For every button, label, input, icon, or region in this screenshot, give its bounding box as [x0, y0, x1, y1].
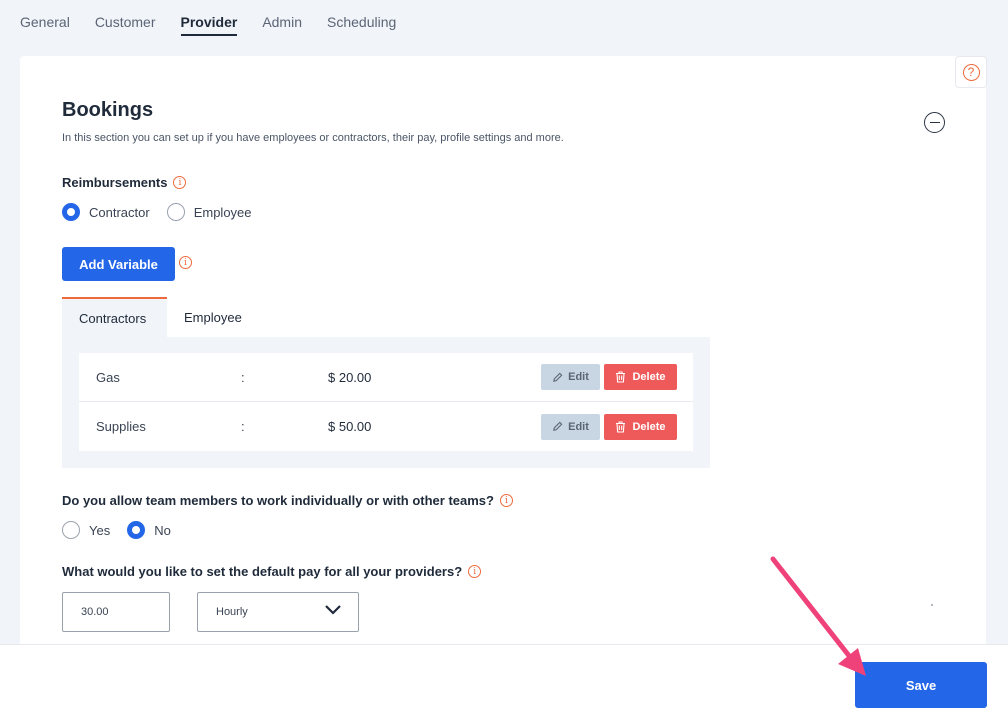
- radio-no-label: No: [154, 522, 171, 538]
- reimbursement-tabs: Contractors Employee: [62, 297, 259, 337]
- add-variable-button[interactable]: Add Variable: [62, 247, 175, 281]
- team-radio-group: Yes No: [62, 521, 188, 539]
- pay-question-label: What would you like to set the default p…: [62, 564, 482, 579]
- radio-contractor-label: Contractor: [89, 204, 150, 220]
- tab-general[interactable]: General: [20, 0, 70, 36]
- radio-checked-icon[interactable]: [127, 521, 146, 539]
- separator: :: [241, 369, 245, 385]
- section-title: Bookings: [62, 99, 154, 121]
- variable-name: Gas: [96, 369, 120, 385]
- delete-label: Delete: [632, 371, 666, 383]
- pay-period-value: Hourly: [216, 606, 248, 618]
- variables-table: Gas : $ 20.00 Edit Delete Supplies : $ 5…: [79, 353, 693, 451]
- variable-value: $ 50.00: [328, 419, 372, 434]
- help-button[interactable]: ?: [955, 56, 987, 88]
- team-question-text: Do you allow team members to work indivi…: [62, 493, 494, 508]
- tab-scheduling[interactable]: Scheduling: [327, 0, 396, 36]
- table-row: Gas : $ 20.00 Edit Delete: [79, 353, 693, 402]
- reimbursements-label: Reimbursements i: [62, 175, 187, 190]
- separator: :: [241, 419, 245, 434]
- info-icon[interactable]: i: [468, 565, 482, 578]
- radio-no[interactable]: No: [127, 521, 171, 539]
- edit-label: Edit: [568, 420, 589, 433]
- radio-yes-label: Yes: [89, 522, 111, 538]
- radio-employee-label: Employee: [193, 204, 252, 220]
- pencil-icon: [553, 372, 563, 382]
- info-icon[interactable]: i: [173, 176, 187, 189]
- section-description: In this section you can set up if you ha…: [62, 132, 564, 144]
- reimbursements-radio-group: Contractor Employee: [62, 203, 269, 221]
- delete-button[interactable]: Delete: [604, 413, 677, 440]
- info-icon[interactable]: i: [499, 494, 513, 507]
- team-question-label: Do you allow team members to work indivi…: [62, 493, 513, 508]
- radio-unchecked-icon[interactable]: [166, 203, 185, 221]
- pay-period-select[interactable]: Hourly: [197, 592, 359, 632]
- delete-button[interactable]: Delete: [604, 364, 677, 390]
- tab-admin[interactable]: Admin: [262, 0, 302, 36]
- radio-employee[interactable]: Employee: [166, 203, 252, 221]
- radio-checked-icon[interactable]: [62, 203, 80, 221]
- edit-button[interactable]: Edit: [541, 364, 600, 390]
- edit-label: Edit: [568, 371, 589, 383]
- pencil-icon: [553, 421, 563, 431]
- trash-icon: [616, 371, 626, 383]
- delete-label: Delete: [632, 420, 666, 433]
- table-row: Supplies : $ 50.00 Edit Delete: [79, 402, 693, 451]
- stray-dot: [931, 604, 933, 606]
- top-tabs: General Customer Provider Admin Scheduli…: [20, 0, 421, 40]
- radio-contractor[interactable]: Contractor: [62, 203, 150, 221]
- help-icon: ?: [962, 63, 980, 81]
- save-button[interactable]: Save: [855, 662, 987, 708]
- info-icon[interactable]: i: [179, 256, 192, 269]
- edit-button[interactable]: Edit: [541, 413, 600, 440]
- collapse-minus-icon[interactable]: [924, 112, 945, 133]
- tab-provider[interactable]: Provider: [180, 0, 238, 36]
- radio-unchecked-icon[interactable]: [62, 521, 80, 539]
- tab-customer[interactable]: Customer: [95, 0, 156, 36]
- tab-contractors[interactable]: Contractors: [62, 297, 167, 337]
- radio-yes[interactable]: Yes: [62, 521, 110, 539]
- tab-employee[interactable]: Employee: [167, 297, 259, 337]
- variable-value: $ 20.00: [328, 369, 372, 385]
- pay-amount-input[interactable]: 30.00: [62, 592, 170, 632]
- chevron-down-icon: [325, 605, 341, 615]
- pay-question-text: What would you like to set the default p…: [62, 564, 463, 579]
- reimbursements-label-text: Reimbursements: [62, 175, 168, 190]
- trash-icon: [616, 420, 626, 433]
- variables-panel: Gas : $ 20.00 Edit Delete Supplies : $ 5…: [62, 337, 710, 468]
- variable-name: Supplies: [96, 419, 146, 434]
